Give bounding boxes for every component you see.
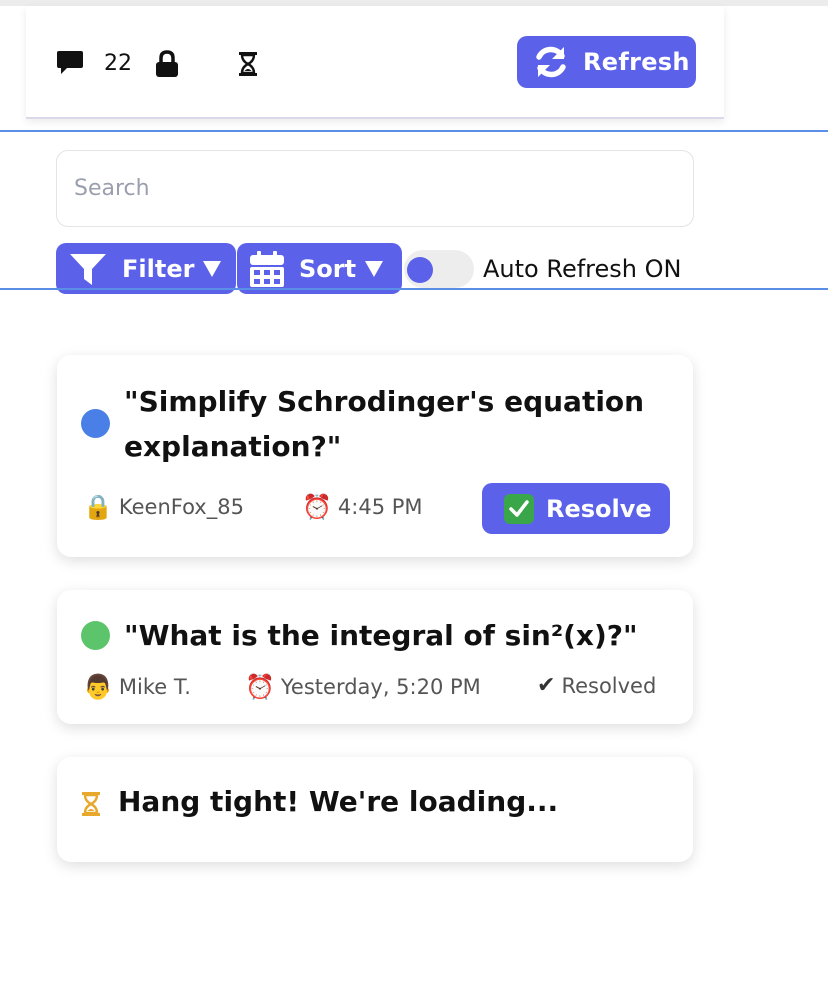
comment-icon [57, 51, 83, 74]
auto-refresh-toggle[interactable] [404, 250, 474, 288]
filter-label: Filter [122, 254, 195, 283]
resolve-label: Resolve [546, 494, 652, 523]
refresh-button[interactable]: Refresh [517, 36, 696, 88]
question-user: 👨 Mike T. [83, 673, 191, 701]
question-time: ⏰ Yesterday, 5:20 PM [245, 673, 481, 701]
loading-card: Hang tight! We're loading... [57, 757, 693, 862]
question-title: "What is the integral of sin²(x)?" [124, 619, 638, 652]
question-time: ⏰ 4:45 PM [302, 493, 423, 521]
check-icon [504, 493, 534, 524]
divider-line [0, 130, 828, 132]
comment-count: 22 [104, 51, 132, 76]
question-card[interactable]: "What is the integral of sin²(x)?" 👨 Mik… [57, 590, 693, 724]
status-dot [81, 621, 110, 650]
status-dot [81, 409, 110, 438]
user-name: Mike T. [118, 675, 191, 699]
question-title: "Simplify Schrodinger's equation explana… [124, 385, 645, 463]
chevron-down-icon [203, 260, 222, 277]
user-name: KeenFox_85 [118, 495, 244, 519]
calendar-icon [250, 250, 284, 287]
filter-button[interactable]: Filter [56, 243, 236, 294]
status-text: Resolved [561, 673, 657, 698]
chevron-down-icon [365, 260, 384, 277]
toggle-knob [407, 257, 433, 283]
time-text: 4:45 PM [337, 495, 423, 519]
alarm-clock-icon: ⏰ [245, 673, 275, 701]
sort-label: Sort [299, 254, 357, 283]
hourglass-icon [82, 792, 100, 816]
lock-icon: 🔒 [83, 493, 113, 521]
auto-refresh-label: Auto Refresh ON [483, 255, 682, 283]
resolved-status: ✔ Resolved [537, 673, 656, 698]
divider-line [0, 288, 828, 290]
search-input[interactable] [56, 150, 694, 227]
alarm-clock-icon: ⏰ [302, 493, 332, 521]
loading-text: Hang tight! We're loading... [118, 785, 559, 818]
resolve-button[interactable]: Resolve [482, 483, 670, 534]
refresh-label: Refresh [583, 48, 690, 76]
question-card[interactable]: "Simplify Schrodinger's equation explana… [57, 355, 693, 557]
time-text: Yesterday, 5:20 PM [280, 675, 481, 699]
question-user: 🔒 KeenFox_85 [83, 493, 244, 521]
refresh-icon [536, 46, 566, 78]
sort-button[interactable]: Sort [237, 243, 402, 294]
checkmark-icon: ✔ [537, 673, 556, 698]
stats-header: 22 Refresh [26, 6, 724, 119]
filter-icon [70, 253, 106, 285]
lock-icon [156, 50, 178, 77]
hourglass-icon [239, 52, 257, 76]
man-face-icon: 👨 [83, 673, 113, 701]
